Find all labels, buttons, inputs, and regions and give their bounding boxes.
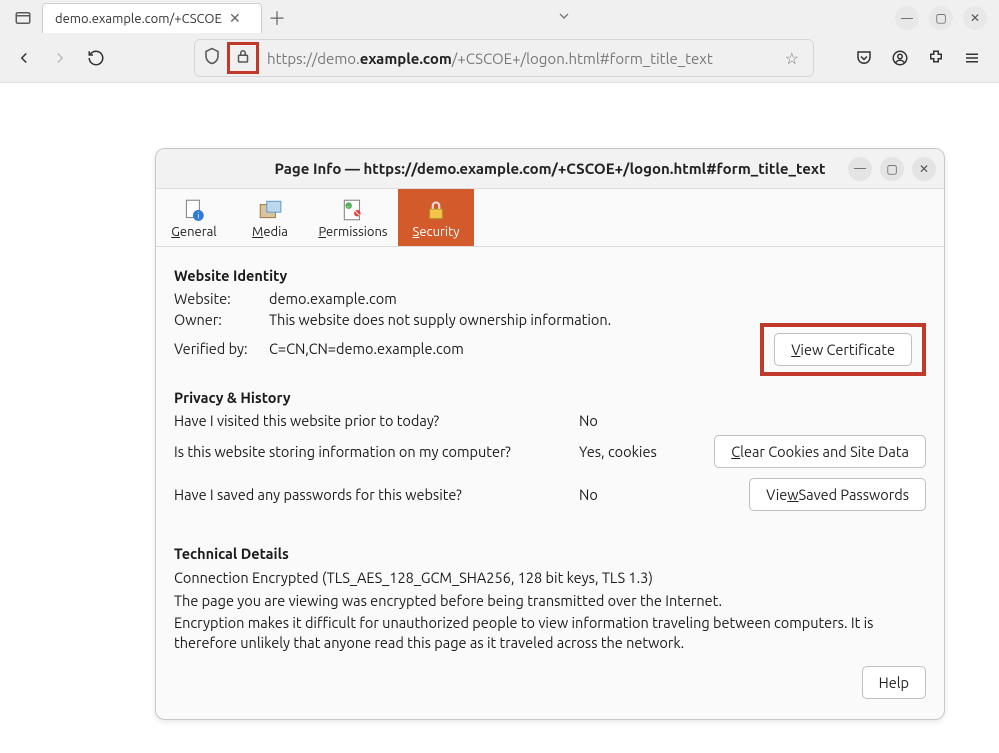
lock-warning-icon[interactable] (234, 47, 252, 69)
dialog-title: Page Info — https://demo.example.com/+CS… (275, 160, 826, 177)
page-info-dialog: Page Info — https://demo.example.com/+CS… (155, 148, 945, 720)
url-segment-scheme: https://demo. (267, 50, 360, 67)
new-tab-button[interactable]: ＋ (262, 5, 292, 31)
view-certificate-highlight: View Certificate (760, 323, 926, 376)
lock-icon (423, 197, 449, 223)
window-close-button[interactable]: ✕ (963, 6, 987, 30)
owner-label: Owner: (174, 311, 269, 328)
back-button[interactable] (8, 42, 40, 74)
tab-general[interactable]: i General (156, 189, 232, 246)
media-icon (257, 197, 283, 223)
tab-close-icon[interactable]: ✕ (225, 10, 245, 27)
url-segment-host: example.com (360, 50, 452, 67)
reload-button[interactable] (80, 42, 112, 74)
forward-button[interactable] (44, 42, 76, 74)
tracking-shield-icon[interactable] (203, 47, 221, 69)
dialog-tabs: i General Media ✓ Permissions Security (156, 189, 944, 247)
browser-tab[interactable]: demo.example.com/+CSCOE ✕ (42, 3, 262, 33)
tab-label: Security (413, 225, 460, 239)
svg-text:✓: ✓ (347, 203, 351, 209)
toolbar: https://demo.example.com/+CSCOE+/logon.h… (0, 34, 999, 82)
connection-lock-highlight (227, 42, 259, 74)
tab-label: Permissions (318, 225, 387, 239)
hamburger-menu-icon[interactable] (961, 49, 983, 67)
url-text: https://demo.example.com/+CSCOE+/logon.h… (261, 50, 779, 67)
tab-media[interactable]: Media (232, 189, 308, 246)
dialog-window-controls: — ▢ ✕ (848, 157, 936, 181)
storing-answer: Yes, cookies (579, 443, 699, 460)
privacy-heading: Privacy & History (174, 389, 926, 406)
window-maximize-button[interactable]: ▢ (929, 6, 953, 30)
extensions-icon[interactable] (925, 49, 947, 67)
encryption-line: Connection Encrypted (TLS_AES_128_GCM_SH… (174, 568, 926, 588)
document-info-icon: i (181, 197, 207, 223)
tab-title: demo.example.com/+CSCOE (55, 12, 225, 26)
dialog-body: Website Identity Website: demo.example.c… (156, 247, 944, 719)
dialog-close-button[interactable]: ✕ (912, 157, 936, 181)
help-button[interactable]: Help (862, 666, 926, 699)
dialog-titlebar: Page Info — https://demo.example.com/+CS… (156, 149, 944, 189)
storing-question: Is this website storing information on m… (174, 443, 579, 460)
website-value: demo.example.com (269, 290, 926, 307)
pocket-icon[interactable] (853, 49, 875, 67)
visited-question: Have I visited this website prior to tod… (174, 412, 579, 429)
encryption-desc-1: The page you are viewing was encrypted b… (174, 591, 926, 611)
address-bar[interactable]: https://demo.example.com/+CSCOE+/logon.h… (194, 39, 814, 77)
verified-label: Verified by: (174, 340, 269, 357)
passwords-question: Have I saved any passwords for this webs… (174, 486, 579, 503)
tab-label: Media (252, 225, 288, 239)
privacy-history-section: Privacy & History Have I visited this we… (174, 389, 926, 511)
encryption-desc-2: Encryption makes it difficult for unauth… (174, 613, 926, 652)
view-certificate-button[interactable]: View Certificate (774, 333, 912, 366)
tab-strip: demo.example.com/+CSCOE ✕ ＋ — ▢ ✕ (0, 0, 999, 34)
tabs-dropdown-icon[interactable] (556, 8, 572, 28)
toolbar-right-icons (853, 49, 991, 67)
identity-heading: Website Identity (174, 267, 926, 284)
account-icon[interactable] (889, 49, 911, 67)
tab-permissions[interactable]: ✓ Permissions (308, 189, 398, 246)
url-segment-path: /+CSCOE+/logon.html#form_title_text (452, 50, 713, 67)
technical-heading: Technical Details (174, 545, 926, 562)
svg-text:i: i (197, 210, 199, 220)
dialog-maximize-button[interactable]: ▢ (880, 157, 904, 181)
clear-cookies-button[interactable]: Clear Cookies and Site Data (714, 435, 926, 468)
window-minimize-button[interactable]: — (895, 6, 919, 30)
dialog-minimize-button[interactable]: — (848, 157, 872, 181)
view-saved-passwords-button[interactable]: View Saved Passwords (749, 478, 926, 511)
browser-chrome: demo.example.com/+CSCOE ✕ ＋ — ▢ ✕ (0, 0, 999, 83)
technical-details-section: Technical Details Connection Encrypted (… (174, 545, 926, 699)
website-label: Website: (174, 290, 269, 307)
bookmark-star-icon[interactable]: ☆ (779, 49, 805, 68)
visited-answer: No (579, 412, 699, 429)
window-controls: — ▢ ✕ (895, 6, 995, 30)
tab-label: General (171, 225, 216, 239)
app-menu-icon[interactable] (10, 5, 36, 31)
tab-security[interactable]: Security (398, 189, 474, 246)
passwords-answer: No (579, 486, 699, 503)
website-identity-section: Website Identity Website: demo.example.c… (174, 267, 926, 357)
permissions-icon: ✓ (340, 197, 366, 223)
